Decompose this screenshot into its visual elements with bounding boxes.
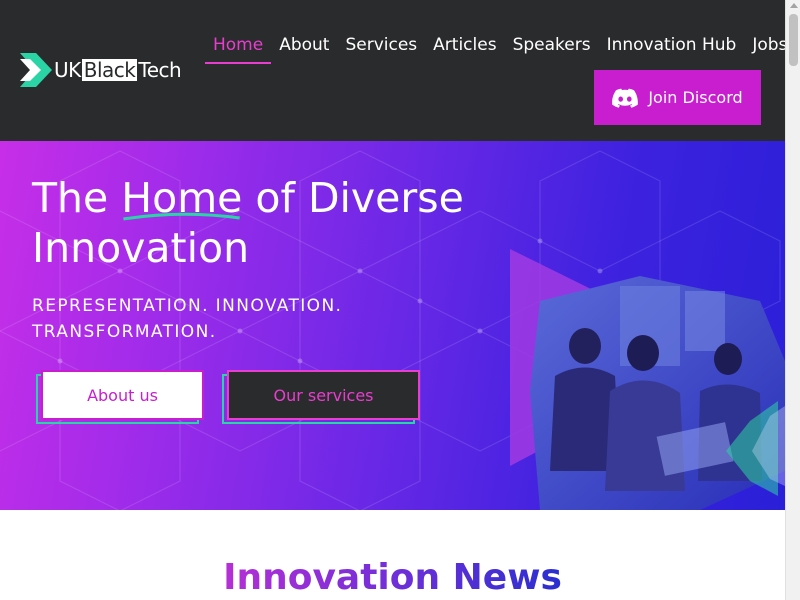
innovation-news-heading: Innovation News [0,557,785,598]
nav-innovation-hub[interactable]: Innovation Hub [599,28,745,64]
join-discord-label: Join Discord [648,88,743,107]
our-services-button-wrap: Our services [222,370,420,424]
hero-title-highlight: Home [121,173,242,223]
underline-swoosh-icon [123,212,241,221]
nav-about[interactable]: About [271,28,337,64]
join-discord-button[interactable]: Join Discord [594,70,761,125]
about-us-button-wrap: About us [36,370,204,424]
chevron-logo-icon [20,53,52,87]
scroll-up-arrow-icon[interactable] [790,3,798,8]
hero-title: The Home of Diverse Innovation [32,173,502,273]
hero-section: The Home of Diverse Innovation REPRESENT… [0,141,785,510]
nav-speakers[interactable]: Speakers [505,28,599,64]
logo-tech: Tech [138,58,182,82]
nav-home[interactable]: Home [205,28,272,64]
innovation-news-title: Innovation News [223,557,562,598]
nav-services[interactable]: Services [337,28,425,64]
logo-black: Black [81,58,138,82]
discord-icon [612,88,639,108]
nav-jobs[interactable]: Jobs [744,28,785,64]
about-us-button[interactable]: About us [41,370,204,420]
page-scrollbar[interactable] [785,0,800,600]
page: UK Black Tech Home About Services Articl… [0,0,785,600]
site-header: UK Black Tech Home About Services Articl… [0,0,785,141]
hero-team-photo [510,249,785,510]
scrollbar-thumb[interactable] [789,14,798,66]
site-logo[interactable]: UK Black Tech [18,50,182,90]
main-nav: Home About Services Articles Speakers In… [205,28,785,64]
nav-articles[interactable]: Articles [425,28,504,64]
our-services-button[interactable]: Our services [227,370,420,420]
hero-tagline: REPRESENTATION. INNOVATION. TRANSFORMATI… [32,296,343,342]
logo-wordmark: UK Black Tech [54,58,182,82]
hero-title-before: The [32,174,122,222]
logo-uk: UK [54,58,81,82]
